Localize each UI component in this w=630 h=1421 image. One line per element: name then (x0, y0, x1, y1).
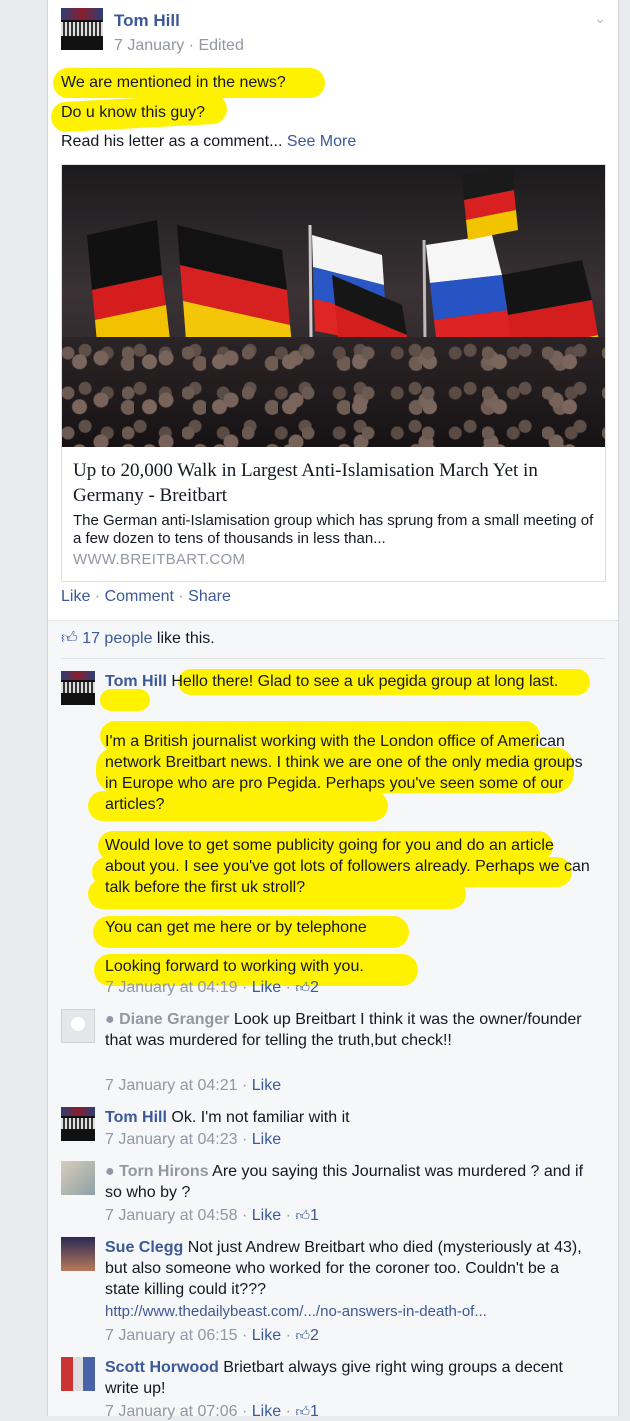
comment-paragraph: You can get me here or by telephone (105, 919, 367, 936)
avatar-logo (61, 682, 95, 693)
preview-description: The German anti-Islamisation group which… (73, 512, 594, 547)
thumbs-up-icon: 👍︎ (61, 630, 78, 647)
likes-count-link[interactable]: 17 people (82, 630, 152, 647)
comment-button[interactable]: Comment (105, 588, 174, 605)
thumbs-up-icon: 👍︎ (295, 1327, 310, 1343)
comment-meta: 7 January at 04:58 · Like · 👍︎1 (105, 1207, 319, 1224)
commenter-avatar[interactable] (61, 1107, 95, 1141)
comment-time[interactable]: 7 January at 04:23 (105, 1131, 238, 1148)
comment-body: Scott Horwood Brietbart always give righ… (105, 1357, 595, 1399)
post-card: Tom Hill 7 January · Edited ⌄ We are men… (47, 0, 619, 1420)
likes-summary: 👍︎ 17 people like this. (61, 629, 215, 648)
post-text-line3: Read his letter as a comment... See More (61, 131, 356, 152)
post-actions: Like · Comment · Share (61, 588, 231, 606)
preview-image (62, 165, 605, 447)
comment-paragraph: Hello there! Glad to see a uk pegida gro… (171, 673, 559, 690)
comment-time[interactable]: 7 January at 04:21 (105, 1077, 238, 1094)
comment-time[interactable]: 7 January at 04:19 (105, 979, 238, 996)
comment-body: Sue Clegg Not just Andrew Breitbart who … (105, 1237, 595, 1300)
thumbs-up-icon: 👍︎ (295, 979, 310, 995)
commenter-name[interactable]: Torn Hirons (119, 1163, 208, 1180)
comment-like-count[interactable]: 2 (310, 979, 319, 996)
action-separator: · (90, 588, 105, 605)
comment-meta: 7 January at 04:21 · Like (105, 1077, 282, 1094)
post-meta[interactable]: 7 January · Edited (114, 37, 244, 55)
person-icon: ● (105, 1163, 115, 1180)
like-button[interactable]: Like (61, 588, 90, 605)
thumbs-up-icon: 👍︎ (295, 1207, 310, 1223)
commenter-name[interactable]: Scott Horwood (105, 1359, 219, 1376)
highlight-mark (100, 689, 150, 711)
post-text-line2: Do u know this guy? (61, 104, 206, 121)
commenter-avatar[interactable] (61, 1237, 95, 1271)
comment-like-button[interactable]: Like (252, 1077, 281, 1094)
thumbs-up-icon: 👍︎ (295, 1403, 310, 1419)
comment-paragraph: I'm a British journalist working with th… (105, 733, 583, 813)
commenter-avatar[interactable] (61, 1357, 95, 1391)
preview-source: WWW.BREITBART.COM (73, 551, 246, 568)
comment-time[interactable]: 7 January at 06:15 (105, 1327, 238, 1344)
comment-text: Ok. I'm not familiar with it (171, 1109, 350, 1126)
comment-like-button[interactable]: Like (252, 1207, 281, 1224)
avatar-flag (61, 8, 103, 20)
commenter-name[interactable]: Tom Hill (105, 1109, 167, 1126)
comment-body: ● Torn Hirons Are you saying this Journa… (105, 1161, 595, 1203)
comment-body: Tom Hill Ok. I'm not familiar with it (105, 1107, 595, 1128)
post-text-line3-prefix: Read his letter as a comment... (61, 133, 283, 150)
action-separator: · (173, 588, 189, 605)
person-icon: ● (105, 1011, 115, 1028)
commenter-name[interactable]: Sue Clegg (105, 1239, 183, 1256)
likes-suffix: like this. (152, 630, 215, 647)
comment-meta: 7 January at 04:23 · Like (105, 1131, 282, 1148)
commenter-avatar[interactable] (61, 1009, 95, 1043)
comment-like-button[interactable]: Like (252, 1403, 281, 1420)
post-text-line1: We are mentioned in the news? (61, 74, 286, 91)
comment-time[interactable]: 7 January at 07:06 (105, 1403, 238, 1420)
comment-like-count[interactable]: 2 (310, 1327, 319, 1344)
share-button[interactable]: Share (188, 588, 231, 605)
comment-like-button[interactable]: Like (252, 1131, 281, 1148)
avatar-flag (61, 1107, 95, 1116)
avatar-logo (61, 22, 103, 36)
comments-section: 👍︎ 17 people like this. Tom Hill Hello t… (48, 620, 618, 1420)
divider (61, 658, 605, 659)
avatar-flag (61, 671, 95, 680)
chevron-down-icon[interactable]: ⌄ (594, 10, 606, 27)
commenter-avatar[interactable] (61, 1161, 95, 1195)
comment-like-count[interactable]: 1 (310, 1403, 319, 1420)
comment-body: ● Diane Granger Look up Breitbart I thin… (105, 1009, 595, 1051)
comment-meta: 7 January at 07:06 · Like · 👍︎1 (105, 1403, 319, 1420)
comment-like-button[interactable]: Like (252, 1327, 281, 1344)
comment-like-count[interactable]: 1 (310, 1207, 319, 1224)
see-more-link[interactable]: See More (287, 133, 356, 150)
link-preview[interactable]: Up to 20,000 Walk in Largest Anti-Islami… (61, 164, 606, 582)
commenter-name[interactable]: Diane Granger (119, 1011, 229, 1028)
crowd-texture (62, 337, 605, 447)
comment-paragraph: Would love to get some publicity going f… (105, 837, 590, 896)
post-author[interactable]: Tom Hill (114, 11, 180, 31)
preview-title[interactable]: Up to 20,000 Walk in Largest Anti-Islami… (73, 458, 598, 508)
comment-time[interactable]: 7 January at 04:58 (105, 1207, 238, 1224)
avatar-logo (61, 1118, 95, 1129)
comment-meta: 7 January at 04:19 · Like · 👍︎2 (105, 979, 319, 996)
comment-meta: 7 January at 06:15 · Like · 👍︎2 (105, 1327, 319, 1344)
commenter-name[interactable]: Tom Hill (105, 673, 167, 690)
author-avatar[interactable] (61, 8, 103, 50)
comment-like-button[interactable]: Like (252, 979, 281, 996)
commenter-avatar[interactable] (61, 671, 95, 705)
comment-url-link[interactable]: http://www.thedailybeast.com/.../no-answ… (105, 1301, 595, 1322)
comment-body: Tom Hill Hello there! Glad to see a uk p… (105, 671, 595, 692)
comment-paragraph: Looking forward to working with you. (105, 958, 364, 975)
